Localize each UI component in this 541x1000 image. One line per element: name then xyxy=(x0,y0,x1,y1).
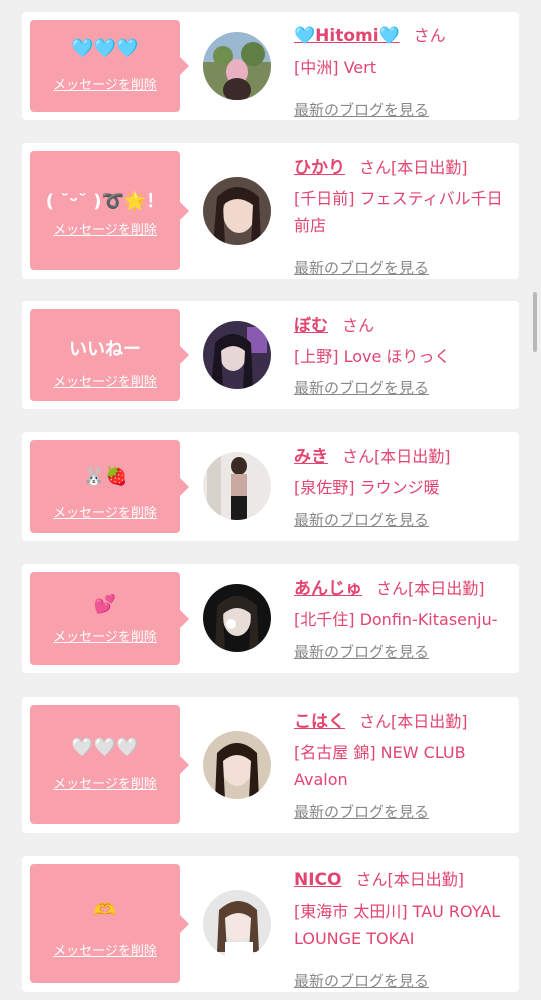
delete-message-link[interactable]: メッセージを削除 xyxy=(30,74,180,93)
honorific: さん xyxy=(359,712,392,731)
cast-name-link[interactable]: ひかり xyxy=(294,158,345,178)
message-bubble: 💕 メッセージを削除 xyxy=(30,572,189,665)
delete-message-link[interactable]: メッセージを削除 xyxy=(30,773,180,792)
cast-info: あんじゅ さん[本日出勤] [北千住] Donfin-Kitasenju- 最新の… xyxy=(294,574,516,664)
message-card: 🐰🍓 メッセージを削除 みき さん[本日出勤] [泉佐野] ラウンジ暖 最新のブロ… xyxy=(22,432,519,541)
cast-info: NICO さん[本日出勤] [東海市 太田川] TAU ROYAL LOUNGE … xyxy=(294,866,516,990)
cast-info: こはく さん[本日出勤] [名古屋 錦] NEW CLUB Avalon 最新のブ… xyxy=(294,707,516,827)
honorific: さん xyxy=(376,579,409,598)
message-bubble: いいねー メッセージを削除 xyxy=(30,309,189,401)
latest-blog-link[interactable]: 最新のブログを見る xyxy=(294,801,516,822)
shop-name: [名古屋 錦] NEW CLUB Avalon xyxy=(294,743,466,789)
shop-name: [東海市 太田川] TAU ROYAL LOUNGE TOKAI xyxy=(294,902,501,948)
delete-message-link[interactable]: メッセージを削除 xyxy=(30,626,180,645)
message-bubble: 🐰🍓 メッセージを削除 xyxy=(30,440,189,533)
scrollbar[interactable] xyxy=(533,292,537,352)
avatar[interactable] xyxy=(203,32,271,100)
message-card: 🩵🩵🩵 メッセージを削除 🩵Hitomi🩵 さん [中洲] Vert 最新のブログ… xyxy=(22,12,519,120)
message-bubble: 🤍🤍🤍 メッセージを削除 xyxy=(30,705,189,824)
attendance-tag: [本日出勤] xyxy=(391,712,468,731)
delete-message-link[interactable]: メッセージを削除 xyxy=(30,502,180,521)
message-card: 🤍🤍🤍 メッセージを削除 こはく さん[本日出勤] [名古屋 錦] NEW CLU… xyxy=(22,697,519,833)
shop-name: [泉佐野] ラウンジ暖 xyxy=(294,478,440,497)
latest-blog-link[interactable]: 最新のブログを見る xyxy=(294,257,516,278)
honorific: さん xyxy=(359,158,392,177)
honorific: さん xyxy=(342,316,375,335)
latest-blog-link[interactable]: 最新のブログを見る xyxy=(294,641,516,662)
avatar[interactable] xyxy=(203,731,271,799)
shop-name: [上野] Love ほりっく xyxy=(294,347,451,366)
message-text: 🫶 xyxy=(93,900,117,921)
attendance-tag: [本日出勤] xyxy=(374,447,451,466)
message-card: 🫶 メッセージを削除 NICO さん[本日出勤] [東海市 太田川] TAU RO… xyxy=(22,856,519,992)
latest-blog-link[interactable]: 最新のブログを見る xyxy=(294,509,516,530)
cast-info: みき さん[本日出勤] [泉佐野] ラウンジ暖 最新のブログを見る xyxy=(294,442,516,532)
attendance-tag: [本日出勤] xyxy=(408,579,485,598)
attendance-tag: [本日出勤] xyxy=(391,158,468,177)
avatar[interactable] xyxy=(203,177,271,245)
cast-name-link[interactable]: あんじゅ xyxy=(294,579,362,599)
avatar[interactable] xyxy=(203,321,271,389)
avatar[interactable] xyxy=(203,452,271,520)
message-card: いいねー メッセージを削除 ぼむ さん [上野] Love ほりっく 最新のブログ… xyxy=(22,301,519,409)
message-text: 🤍🤍🤍 xyxy=(71,737,139,758)
message-text: 🐰🍓 xyxy=(82,466,128,487)
delete-message-link[interactable]: メッセージを削除 xyxy=(30,940,180,959)
message-bubble: 🫶 メッセージを削除 xyxy=(30,864,189,983)
avatar[interactable] xyxy=(203,584,271,652)
delete-message-link[interactable]: メッセージを削除 xyxy=(30,219,180,238)
shop-name: [中洲] Vert xyxy=(294,58,376,77)
cast-name-link[interactable]: みき xyxy=(294,447,328,467)
message-bubble: ( ˘ᵕ˘ )➰🌟！ メッセージを削除 xyxy=(30,151,189,270)
message-text: 🩵🩵🩵 xyxy=(71,38,139,59)
honorific: さん xyxy=(355,870,388,889)
avatar[interactable] xyxy=(203,890,271,958)
message-card: ( ˘ᵕ˘ )➰🌟！ メッセージを削除 ひかり さん[本日出勤] [千日前] フェ… xyxy=(22,143,519,279)
shop-name: [千日前] フェスティバル千日前店 xyxy=(294,189,503,235)
cast-name-link[interactable]: 🩵Hitomi🩵 xyxy=(294,26,400,46)
cast-info: ぼむ さん [上野] Love ほりっく 最新のブログを見る xyxy=(294,311,516,401)
latest-blog-link[interactable]: 最新のブログを見る xyxy=(294,99,516,120)
message-text: 💕 xyxy=(93,594,117,615)
shop-name: [北千住] Donfin-Kitasenju- xyxy=(294,610,498,629)
honorific: さん xyxy=(413,26,446,45)
cast-name-link[interactable]: NICO xyxy=(294,870,341,890)
latest-blog-link[interactable]: 最新のブログを見る xyxy=(294,377,516,398)
message-card: 💕 メッセージを削除 あんじゅ さん[本日出勤] [北千住] Donfin-Kit… xyxy=(22,564,519,673)
message-text: ( ˘ᵕ˘ )➰🌟！ xyxy=(45,191,165,212)
delete-message-link[interactable]: メッセージを削除 xyxy=(30,371,180,390)
attendance-tag: [本日出勤] xyxy=(387,870,465,889)
latest-blog-link[interactable]: 最新のブログを見る xyxy=(294,970,516,991)
honorific: さん xyxy=(342,447,375,466)
message-text: いいねー xyxy=(69,339,141,360)
message-list: 🩵🩵🩵 メッセージを削除 🩵Hitomi🩵 さん [中洲] Vert 最新のブログ… xyxy=(0,0,541,1000)
cast-name-link[interactable]: ぼむ xyxy=(294,316,328,336)
cast-info: 🩵Hitomi🩵 さん [中洲] Vert 最新のブログを見る xyxy=(294,22,516,119)
cast-name-link[interactable]: こはく xyxy=(294,712,345,732)
cast-info: ひかり さん[本日出勤] [千日前] フェスティバル千日前店 最新のブログを見る xyxy=(294,153,516,277)
message-bubble: 🩵🩵🩵 メッセージを削除 xyxy=(30,20,189,112)
